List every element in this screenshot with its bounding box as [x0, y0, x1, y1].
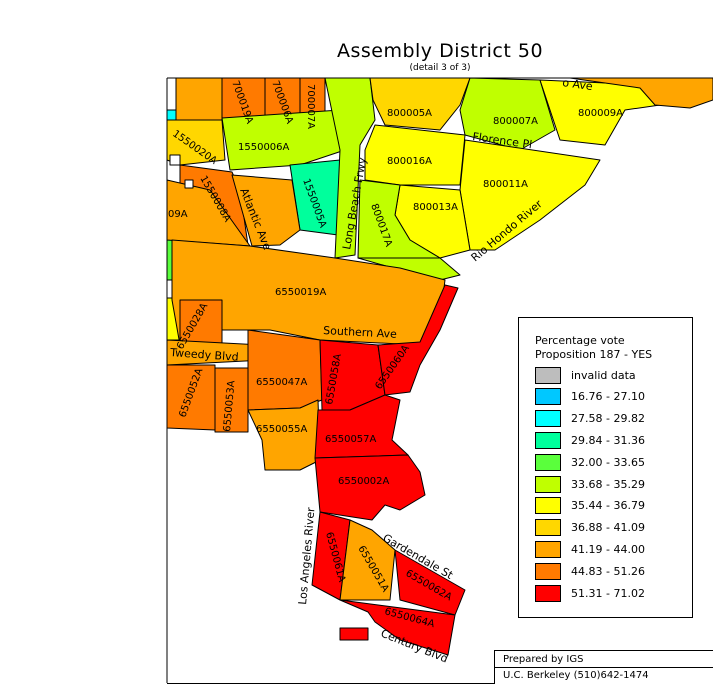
legend-item: 29.84 - 31.36 — [535, 431, 645, 449]
label-6550019A: 6550019A — [275, 287, 327, 298]
legend-item: 41.19 - 44.00 — [535, 540, 645, 558]
label-700007A: 700007A — [305, 84, 316, 129]
label-6550002A: 6550002A — [338, 476, 390, 487]
legend-swatch — [535, 540, 561, 558]
legend-label: 27.58 - 29.82 — [571, 412, 645, 426]
tract-6550055A — [247, 399, 321, 471]
legend-label: 36.88 - 41.09 — [571, 521, 645, 535]
legend: Percentage vote Proposition 187 - YES in… — [518, 317, 693, 618]
credit-contact: U.C. Berkeley (510)642-1474 — [503, 670, 649, 681]
credit-box: Prepared by IGS U.C. Berkeley (510)642-1… — [494, 650, 713, 684]
legend-item: 36.88 - 41.09 — [535, 519, 645, 537]
legend-item: 27.58 - 29.82 — [535, 410, 645, 428]
label-1550006A: 1550006A — [238, 142, 290, 153]
tract-800011A — [459, 139, 601, 251]
legend-swatch — [535, 519, 561, 537]
legend-item: invalid data — [535, 366, 636, 384]
tract-6550047A — [247, 329, 323, 411]
legend-swatch — [535, 453, 561, 471]
label-800009A: 800009A — [578, 108, 623, 119]
label-800007A: 800007A — [493, 116, 538, 127]
label-6550055A: 6550055A — [256, 424, 308, 435]
legend-label: 33.68 - 35.29 — [571, 477, 645, 491]
legend-label: 29.84 - 31.36 — [571, 433, 645, 447]
legend-item: 16.76 - 27.10 — [535, 388, 645, 406]
label-800013A: 800013A — [413, 202, 458, 213]
tract-invalid-2 — [184, 179, 194, 189]
tract-6550064-tail — [339, 627, 369, 641]
legend-label: 41.19 - 44.00 — [571, 542, 645, 556]
label-6550057A: 6550057A — [325, 434, 377, 445]
tract-6550002A — [314, 454, 426, 521]
legend-swatch — [535, 562, 561, 580]
legend-swatch — [535, 431, 561, 449]
legend-label: 32.00 - 33.65 — [571, 455, 645, 469]
tract-invalid-1 — [169, 154, 181, 166]
legend-swatch — [535, 366, 561, 384]
legend-label: 35.44 - 36.79 — [571, 499, 645, 513]
legend-swatch — [535, 475, 561, 493]
legend-item: 51.31 - 71.02 — [535, 584, 645, 602]
legend-item: 44.83 - 51.26 — [535, 562, 645, 580]
legend-swatch — [535, 584, 561, 602]
legend-item: 32.00 - 33.65 — [535, 453, 645, 471]
legend-title-line2: Proposition 187 - YES — [535, 348, 653, 361]
street-los-angeles-river: Los Angeles River — [296, 506, 318, 605]
tract-top-orange-1 — [175, 77, 223, 123]
credit-divider — [495, 667, 713, 668]
legend-title: Percentage vote Proposition 187 - YES — [535, 334, 652, 362]
legend-label: invalid data — [571, 368, 636, 382]
credit-prepared-by: Prepared by IGS — [503, 654, 584, 665]
label-09A: 09A — [168, 209, 188, 220]
legend-swatch — [535, 410, 561, 428]
legend-swatch — [535, 497, 561, 515]
legend-item: 33.68 - 35.29 — [535, 475, 645, 493]
legend-title-line1: Percentage vote — [535, 334, 625, 347]
legend-item: 35.44 - 36.79 — [535, 497, 645, 515]
label-800005A: 800005A — [387, 108, 432, 119]
legend-label: 16.76 - 27.10 — [571, 390, 645, 404]
label-800011A: 800011A — [483, 179, 528, 190]
legend-swatch — [535, 388, 561, 406]
legend-label: 44.83 - 51.26 — [571, 564, 645, 578]
tract-800005A — [369, 77, 471, 131]
tract-800016A — [364, 124, 466, 186]
label-6550047A: 6550047A — [256, 377, 308, 388]
label-800016A: 800016A — [387, 156, 432, 167]
legend-label: 51.31 - 71.02 — [571, 586, 645, 600]
